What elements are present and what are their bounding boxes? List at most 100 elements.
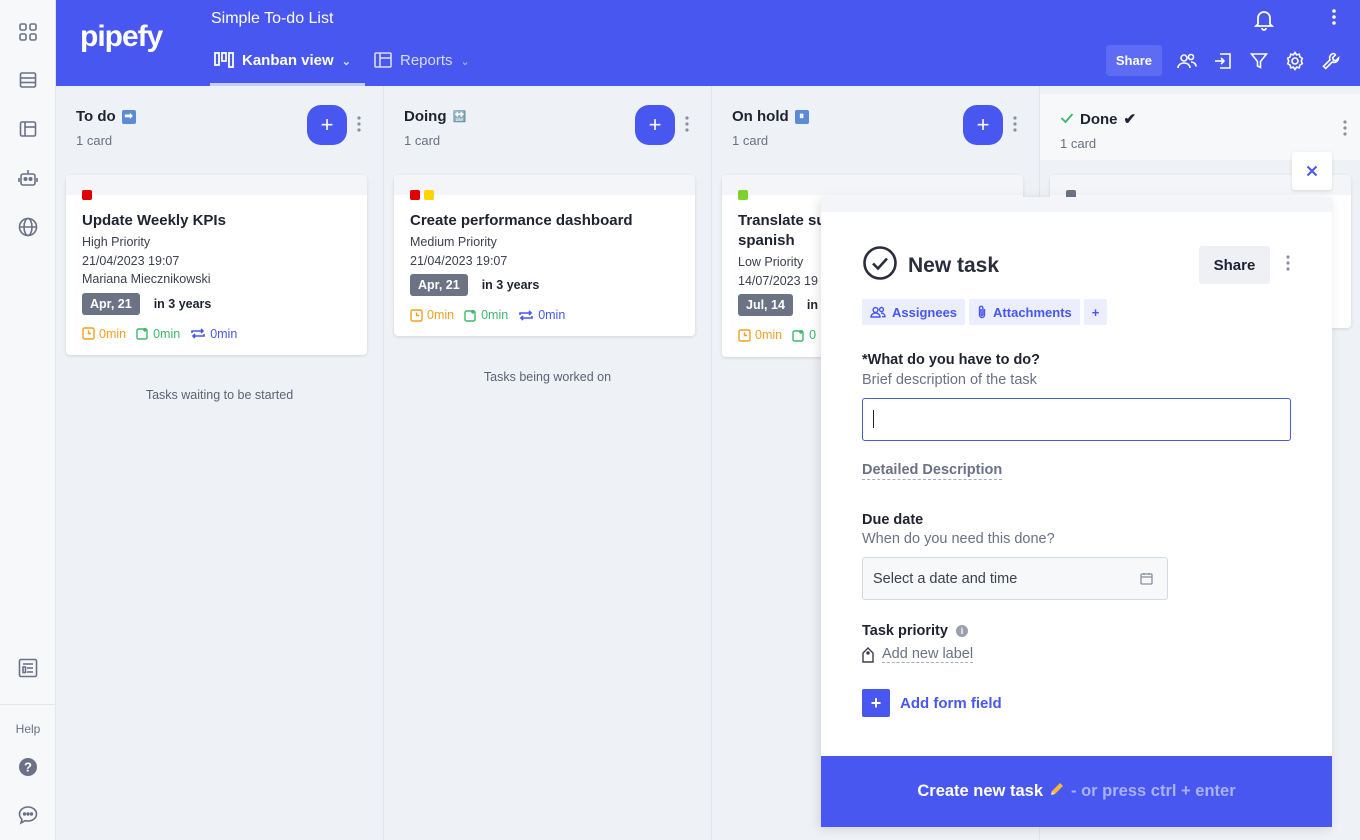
timer-cycle: 0min <box>518 308 565 322</box>
add-card-button[interactable]: + <box>635 105 675 145</box>
card-labels <box>82 190 92 200</box>
card-count: 1 card <box>76 133 113 148</box>
database-icon[interactable] <box>16 68 40 92</box>
column-to-do: To do ➡ 1 card + Update Weekly KPIs High… <box>56 86 384 840</box>
top-bar: pipefy Simple To-do List Kanban view ⌄ R… <box>56 0 1360 86</box>
due-relative: in 3 years <box>481 278 540 292</box>
on-arrow-emoji-icon: 🔛 <box>452 111 467 123</box>
attachments-chip[interactable]: Attachments <box>969 299 1080 325</box>
column-title: On hold ⏸ <box>732 108 809 125</box>
info-icon[interactable]: i <box>955 625 968 637</box>
card-timers: 0min 0min 0min <box>410 308 679 322</box>
task-name-input[interactable] <box>862 398 1291 441</box>
apps-grid-icon[interactable] <box>16 20 40 44</box>
column-options-icon[interactable] <box>1343 120 1347 141</box>
due-date-badge: Jul, 14 <box>738 294 793 316</box>
help-label: Help <box>15 722 41 736</box>
add-new-label-text: Add new label <box>882 646 974 663</box>
card-timers: 0min 0min 0min <box>82 327 351 341</box>
card-create-performance-dashboard[interactable]: Create performance dashboard Medium Prio… <box>394 175 695 336</box>
import-icon[interactable] <box>1212 50 1234 72</box>
due-relative: in 3 years <box>153 296 212 311</box>
detailed-description-link[interactable]: Detailed Description <box>862 462 1003 480</box>
column-options-icon[interactable] <box>1013 116 1017 132</box>
column-doing: Doing 🔛 1 card + Create performance dash… <box>384 86 712 840</box>
portal-icon[interactable] <box>16 117 40 141</box>
more-options-icon[interactable] <box>1332 9 1336 30</box>
timer-value: 0min <box>153 326 181 341</box>
svg-text:?: ? <box>24 760 32 775</box>
tab-kanban-view[interactable]: Kanban view ⌄ <box>210 48 365 86</box>
card-priority: Medium Priority <box>410 235 497 249</box>
members-icon[interactable] <box>1176 50 1198 72</box>
label-red <box>82 190 92 200</box>
due-date-badge: Apr, 21 <box>82 292 140 315</box>
add-new-label-link[interactable]: Add new label <box>862 646 974 663</box>
column-options-icon[interactable] <box>357 116 361 132</box>
reports-icon <box>374 52 392 72</box>
chip-label: Assignees <box>892 304 958 320</box>
new-icon <box>792 329 804 342</box>
robot-icon[interactable] <box>16 166 40 190</box>
tab-reports[interactable]: Reports ⌄ <box>374 48 470 86</box>
card-title: Update Weekly KPIs <box>82 212 226 229</box>
checkmark-emoji-icon: ✔ <box>1123 111 1137 128</box>
new-task-modal: New task Share Assignees Attachments + *… <box>821 197 1332 827</box>
repeat-icon <box>519 309 533 321</box>
column-title-text: To do <box>76 108 116 125</box>
add-form-field-text: Add form field <box>900 694 1002 712</box>
close-icon[interactable] <box>1292 152 1332 190</box>
add-card-button[interactable]: + <box>963 105 1003 145</box>
kanban-icon <box>214 52 234 72</box>
pipe-title: Simple To-do List <box>211 10 334 27</box>
pipefy-logo[interactable]: pipefy <box>80 20 163 54</box>
new-icon <box>136 328 148 340</box>
tab-kanban-label: Kanban view <box>242 52 334 69</box>
timer-value: 0min <box>538 308 566 322</box>
card-due: Apr, 21 in 3 years <box>82 292 351 315</box>
chevron-down-icon: ⌄ <box>341 56 351 68</box>
news-icon[interactable] <box>16 656 40 680</box>
toolbar-actions: Share <box>1105 45 1342 76</box>
clock-icon <box>82 327 95 340</box>
column-options-icon[interactable] <box>685 116 689 132</box>
calendar-icon <box>1140 572 1153 589</box>
column-description: Tasks waiting to be started <box>145 388 294 402</box>
card-header-strip <box>66 175 367 195</box>
create-new-task-button[interactable]: Create new task - or press ctrl + enter <box>821 756 1332 827</box>
column-description: Tasks being worked on <box>483 370 612 384</box>
settings-gear-icon[interactable] <box>1284 50 1306 72</box>
bell-icon[interactable] <box>1253 9 1275 36</box>
label-red <box>410 190 420 200</box>
timer-value: 0min <box>427 308 455 322</box>
add-form-field-button[interactable]: + Add form field <box>862 689 1002 717</box>
clock-icon <box>410 308 423 322</box>
plus-icon: + <box>862 689 890 717</box>
card-update-weekly-kpis[interactable]: Update Weekly KPIs High Priority 21/04/2… <box>66 175 367 355</box>
card-priority: High Priority <box>82 235 151 249</box>
card-count: 1 card <box>1060 136 1097 151</box>
modal-title-text: New task <box>908 254 1000 277</box>
share-form-button[interactable]: Share <box>1199 246 1270 284</box>
wrench-icon[interactable] <box>1320 50 1342 72</box>
assignees-chip[interactable]: Assignees <box>862 299 966 325</box>
column-header: Doing 🔛 1 card <box>404 108 466 148</box>
card-labels <box>738 190 748 200</box>
tag-icon <box>862 646 874 663</box>
card-count: 1 card <box>732 133 769 148</box>
timer-current-phase: 0min <box>410 308 454 322</box>
timer-current-phase: 0min <box>82 327 126 341</box>
add-chip-button[interactable]: + <box>1083 299 1108 325</box>
due-date-input[interactable]: Select a date and time <box>862 557 1168 600</box>
modal-options-icon[interactable] <box>1286 255 1290 271</box>
left-rail: Help ? <box>0 0 56 840</box>
card-header-strip <box>722 175 1023 195</box>
add-card-button[interactable]: + <box>307 105 347 145</box>
share-pipe-button[interactable]: Share <box>1105 45 1162 76</box>
timer-value: 0min <box>481 308 509 322</box>
arrow-emoji-icon: ➡ <box>121 109 136 124</box>
help-icon[interactable]: ? <box>16 755 40 779</box>
filter-icon[interactable] <box>1248 50 1270 72</box>
chat-icon[interactable] <box>16 803 40 827</box>
globe-icon[interactable] <box>16 215 40 239</box>
